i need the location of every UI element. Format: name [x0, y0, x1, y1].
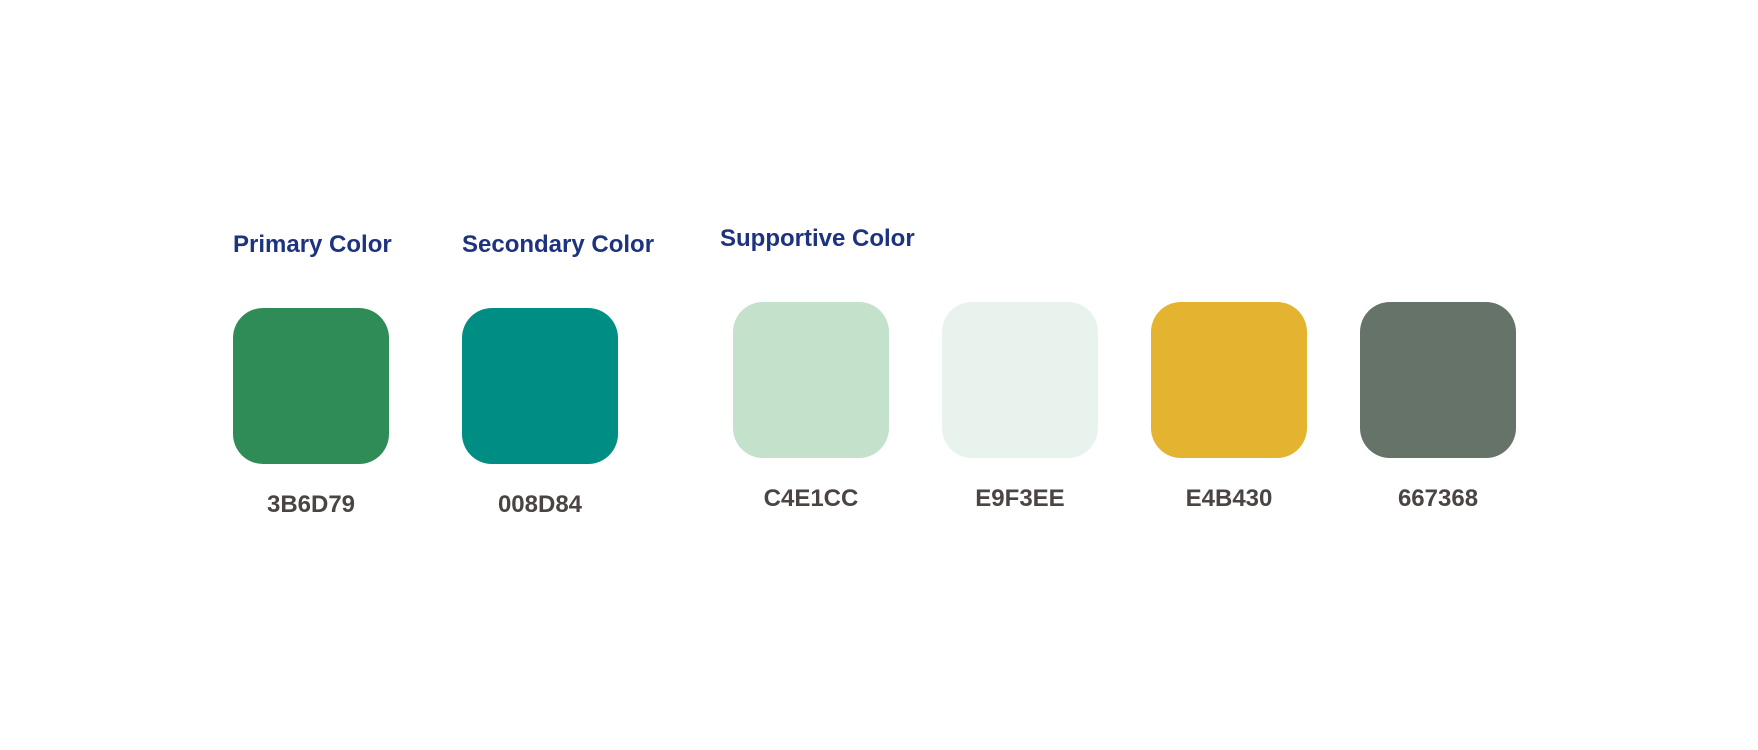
- supportive-color-heading: Supportive Color: [720, 225, 915, 252]
- supportive-color-hex-label-2: E9F3EE: [975, 485, 1065, 512]
- supportive-color-hex-label-3: E4B430: [1185, 485, 1273, 512]
- supportive-color-hex-label-1: C4E1CC: [763, 485, 859, 512]
- supportive-color-swatch-3: [1151, 302, 1307, 458]
- secondary-color-swatch: [462, 308, 618, 464]
- primary-color-heading: Primary Color: [233, 231, 392, 258]
- primary-color-hex-label: 3B6D79: [266, 491, 356, 518]
- supportive-color-hex-label-4: 667368: [1397, 485, 1479, 512]
- secondary-color-heading: Secondary Color: [462, 231, 655, 258]
- supportive-color-swatch-2: [942, 302, 1098, 458]
- secondary-color-hex-label: 008D84: [497, 491, 583, 518]
- supportive-color-swatch-1: [733, 302, 889, 458]
- primary-color-swatch: [233, 308, 389, 464]
- supportive-color-swatch-4: [1360, 302, 1516, 458]
